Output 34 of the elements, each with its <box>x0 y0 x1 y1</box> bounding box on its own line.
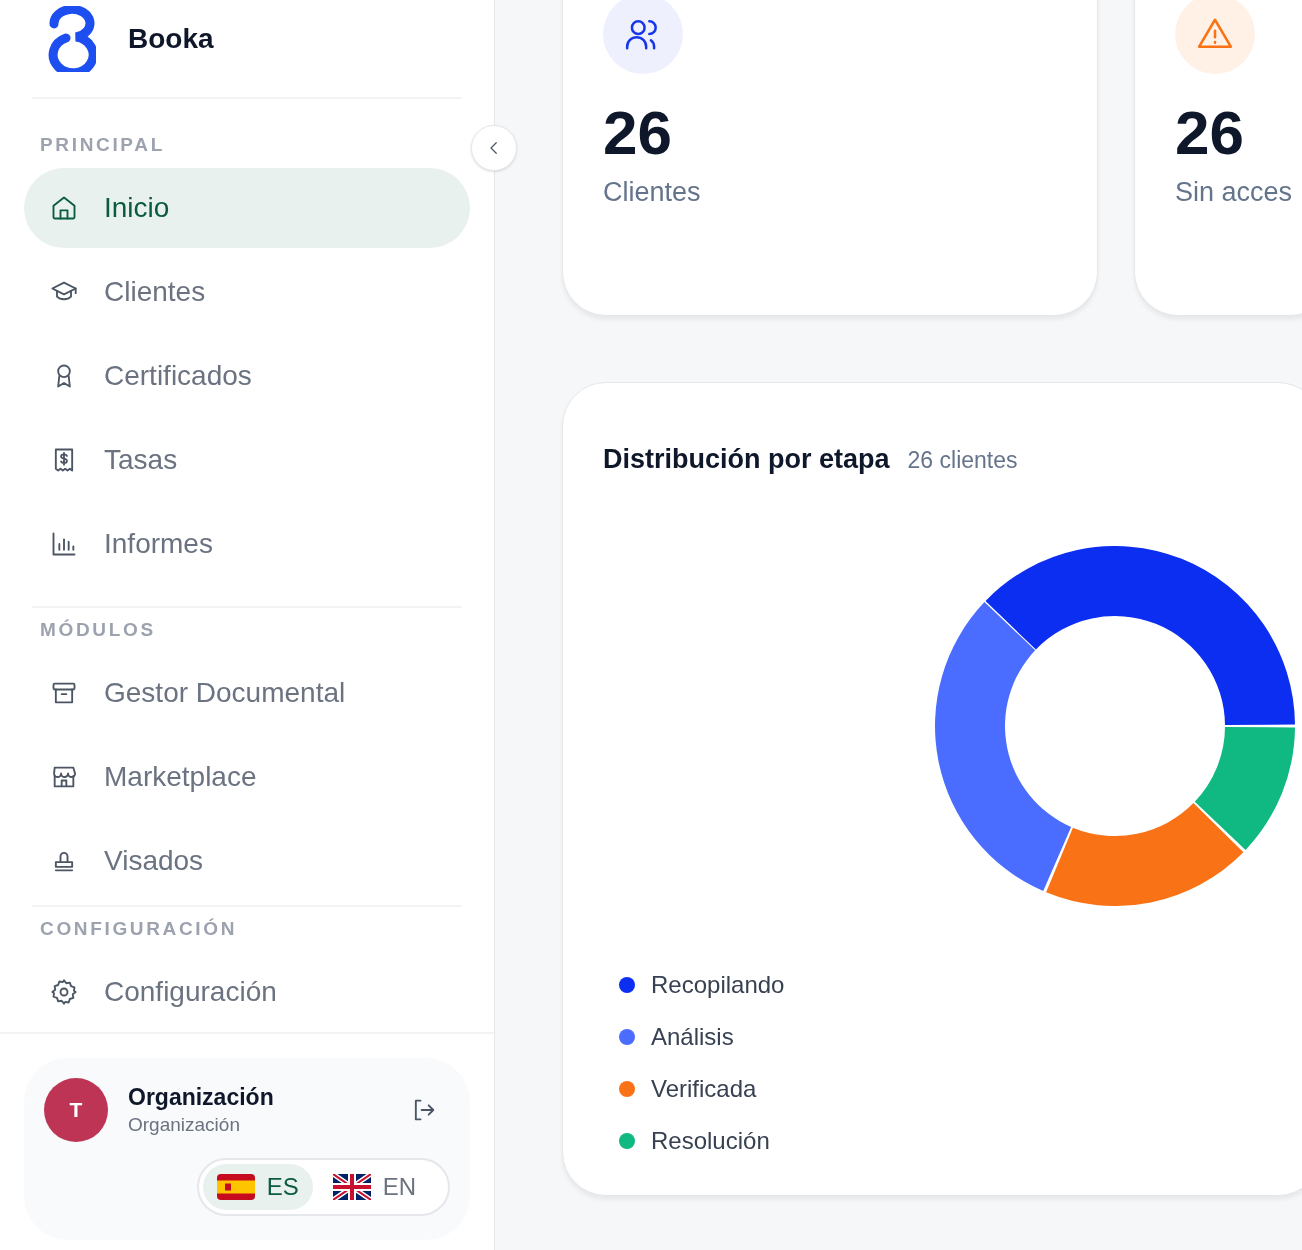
legend-label: Recopilando <box>651 969 785 1000</box>
section-heading: CONFIGURACIÓN <box>39 917 239 941</box>
section-heading: MÓDULOS <box>39 618 157 642</box>
nav-item[interactable]: Inicio <box>24 168 470 248</box>
nav-item[interactable]: Gestor Documental <box>24 653 470 733</box>
bar-chart-icon <box>50 530 78 558</box>
stat-value: 26 <box>603 98 673 168</box>
nav-item[interactable]: Visados <box>24 821 470 901</box>
legend-label: Análisis <box>651 1021 734 1052</box>
nav-item[interactable]: Tasas <box>24 420 470 500</box>
organization-subtitle: Organización <box>128 1113 241 1137</box>
language-option[interactable]: ES <box>202 1164 313 1210</box>
avatar: T <box>44 1078 108 1142</box>
chart-count: 26 clientes <box>907 446 1018 475</box>
legend-label: Verificada <box>651 1073 757 1104</box>
logo-icon <box>48 5 96 72</box>
nav-item[interactable]: Certificados <box>24 336 470 416</box>
chart-title: Distribución por etapa <box>603 443 890 476</box>
uk-flag-icon <box>332 1174 371 1200</box>
stat-label: Clientes <box>603 176 702 209</box>
stat-value: 26 <box>1175 98 1245 168</box>
organization-name: Organización <box>128 1083 275 1112</box>
brand-name: Booka <box>128 21 214 56</box>
nav-item[interactable]: Informes <box>24 504 470 584</box>
nav-item[interactable]: Clientes <box>24 252 470 332</box>
legend-label: Resolución <box>651 1125 770 1156</box>
spain-flag-icon <box>216 1174 255 1200</box>
nav-item[interactable]: Configuración <box>24 952 470 1032</box>
home-icon <box>50 194 78 222</box>
settings-icon <box>50 978 78 1006</box>
stat-label: Sin acces <box>1175 176 1294 209</box>
section-heading: PRINCIPAL <box>39 133 166 157</box>
nav-item[interactable]: Marketplace <box>24 737 470 817</box>
language-option[interactable]: EN <box>318 1164 430 1210</box>
